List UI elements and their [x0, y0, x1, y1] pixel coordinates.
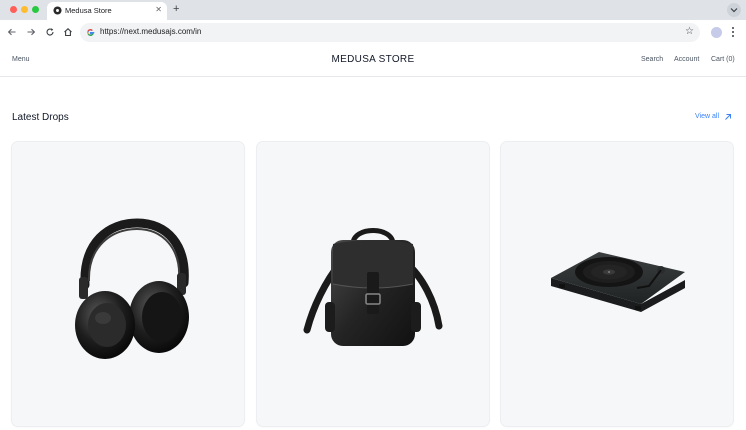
google-icon: [87, 29, 95, 36]
store-header: Menu MEDUSA STORE Search Account Cart (0…: [0, 45, 746, 77]
more-options-icon[interactable]: [731, 26, 735, 38]
browser-tab[interactable]: Medusa Store ✕: [47, 2, 167, 20]
view-all-link[interactable]: View all: [695, 113, 719, 120]
search-link[interactable]: Search: [641, 56, 663, 63]
headphones-image: [75, 218, 189, 359]
store-logo[interactable]: MEDUSA STORE: [0, 54, 746, 65]
address-bar[interactable]: https://next.medusajs.com/in ☆: [80, 23, 700, 42]
cart-link[interactable]: Cart (0): [711, 56, 735, 63]
new-tab-button[interactable]: +: [173, 3, 179, 15]
favicon-icon: [53, 6, 62, 15]
home-icon[interactable]: [63, 27, 73, 37]
section-title: Latest Drops: [12, 112, 69, 123]
browser-toolbar: https://next.medusajs.com/in ☆: [0, 20, 746, 45]
reload-icon[interactable]: [45, 27, 55, 37]
url-text: https://next.medusajs.com/in: [100, 27, 202, 36]
tab-bar: Medusa Store ✕ +: [0, 0, 746, 20]
maximize-window-icon[interactable]: [32, 6, 39, 13]
forward-arrow-icon[interactable]: [26, 27, 36, 37]
product-card-turntable[interactable]: [501, 142, 733, 426]
back-arrow-icon[interactable]: [7, 27, 17, 37]
backpack-image: [303, 228, 443, 346]
minimize-window-icon[interactable]: [21, 6, 28, 13]
arrow-up-right-icon[interactable]: [724, 113, 732, 121]
product-card-headphones[interactable]: [12, 142, 244, 426]
profile-avatar[interactable]: [711, 27, 722, 38]
browser-chrome: Medusa Store ✕ + https://next.medusajs.c…: [0, 0, 746, 45]
account-link[interactable]: Account: [674, 56, 699, 63]
tab-close-icon[interactable]: ✕: [155, 5, 162, 15]
close-window-icon[interactable]: [10, 6, 17, 13]
product-card-backpack[interactable]: [257, 142, 489, 426]
tab-title: Medusa Store: [65, 6, 112, 15]
chevron-down-icon: [730, 8, 738, 13]
turntable-image: [551, 252, 685, 312]
tab-search-button[interactable]: [727, 3, 741, 17]
bookmark-star-icon[interactable]: ☆: [685, 26, 694, 38]
